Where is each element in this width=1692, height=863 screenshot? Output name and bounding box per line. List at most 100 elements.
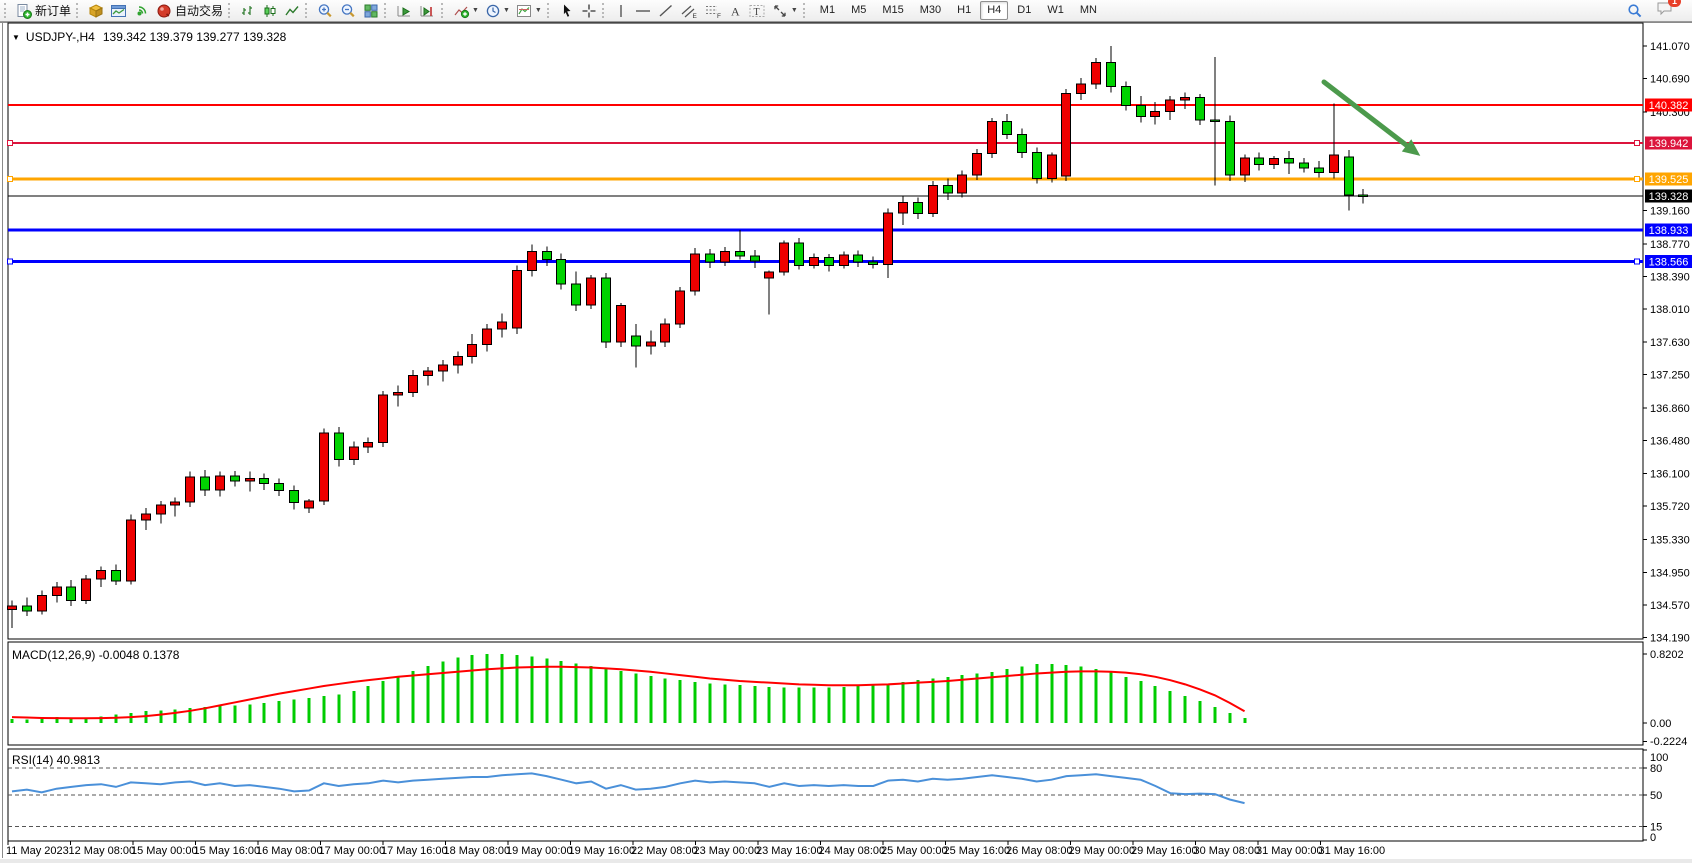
- gold-cube-button[interactable]: [85, 1, 107, 20]
- macd-hist-bar: [1080, 667, 1083, 723]
- candle-body: [246, 479, 255, 482]
- chart-window[interactable]: 141.070140.690140.300139.160138.770138.3…: [0, 22, 1692, 863]
- tile-windows-button[interactable]: [360, 1, 382, 20]
- gold-cube-icon: [88, 3, 104, 19]
- price-axis-label: 137.250: [1650, 370, 1690, 382]
- hline-anchor[interactable]: [1635, 141, 1640, 146]
- candle-body: [171, 502, 180, 505]
- equidistant-channel-button[interactable]: E: [677, 1, 701, 20]
- crosshair-button[interactable]: [578, 1, 600, 20]
- timeframe-button-w1[interactable]: W1: [1040, 1, 1071, 20]
- new-order-button[interactable]: 新订单: [13, 1, 74, 20]
- candle-body: [661, 324, 670, 342]
- main-panel[interactable]: [8, 23, 1643, 639]
- signals-button[interactable]: [131, 1, 153, 20]
- candle-body: [1033, 153, 1042, 179]
- hline-anchor[interactable]: [1635, 259, 1640, 264]
- text-label-button[interactable]: T: [745, 1, 769, 20]
- toolbar-right-icons: 1: [1624, 0, 1688, 21]
- macd-hist-bar: [1199, 701, 1202, 723]
- candle-body: [1330, 155, 1339, 172]
- search-icon: [1627, 3, 1643, 19]
- price-badge-label: 139.942: [1649, 138, 1689, 150]
- time-axis-label: 11 May 2023: [6, 845, 69, 857]
- dropdown-caret-icon[interactable]: ▼: [503, 7, 510, 14]
- indicators-button[interactable]: ▼: [450, 1, 482, 20]
- chat-button[interactable]: 1: [1656, 0, 1674, 21]
- timeframe-button-h4[interactable]: H4: [980, 1, 1008, 20]
- horizontal-line-button[interactable]: [631, 1, 655, 20]
- new-chart-button[interactable]: [107, 1, 131, 20]
- trendline-button[interactable]: [655, 1, 677, 20]
- macd-hist-bar: [1110, 673, 1113, 723]
- timeframe-button-m1[interactable]: M1: [813, 1, 842, 20]
- chart-shift-icon: [419, 3, 436, 19]
- candle-body: [468, 344, 477, 356]
- vertical-line-button[interactable]: [611, 1, 631, 20]
- timeframe-button-m15[interactable]: M15: [875, 1, 910, 20]
- autotrading-icon: [156, 3, 172, 19]
- macd-hist-bar: [694, 682, 697, 723]
- hline-anchor[interactable]: [8, 259, 13, 264]
- templates-icon: [516, 3, 533, 19]
- candle-body: [1166, 100, 1175, 111]
- macd-hist-bar: [1006, 669, 1009, 723]
- macd-hist-bar: [828, 688, 831, 723]
- autotrading-button[interactable]: 自动交易: [153, 1, 226, 20]
- macd-hist-bar: [457, 657, 460, 723]
- candle-body: [1092, 62, 1101, 83]
- timeframe-button-m30[interactable]: M30: [913, 1, 948, 20]
- macd-hist-bar: [813, 688, 816, 723]
- fibonacci-button[interactable]: F: [701, 1, 725, 20]
- macd-hist-bar: [635, 673, 638, 723]
- time-axis-label: 19 May 16:00: [569, 845, 636, 857]
- zoom-out-button[interactable]: [337, 1, 360, 20]
- candle-body: [53, 587, 62, 596]
- candle-body: [513, 270, 522, 328]
- arrows-button[interactable]: ▼: [769, 1, 801, 20]
- candle-body: [379, 395, 388, 442]
- rsi-axis-label: 80: [1650, 763, 1662, 775]
- auto-scroll-button[interactable]: [393, 1, 416, 20]
- text-button[interactable]: A: [725, 1, 745, 20]
- dropdown-caret-icon[interactable]: ▼: [791, 7, 798, 14]
- timeframe-button-mn[interactable]: MN: [1073, 1, 1104, 20]
- macd-hist-bar: [353, 691, 356, 723]
- macd-hist-bar: [442, 662, 445, 723]
- search-button[interactable]: [1624, 1, 1646, 20]
- notification-badge[interactable]: 1: [1668, 0, 1681, 7]
- zoom-in-button[interactable]: [314, 1, 337, 20]
- toolbar-grip: [76, 3, 81, 18]
- macd-hist-bar: [278, 701, 281, 723]
- periods-button[interactable]: ▼: [482, 1, 513, 20]
- timeframe-button-d1[interactable]: D1: [1010, 1, 1038, 20]
- dropdown-caret-icon[interactable]: ▼: [535, 7, 542, 14]
- cursor-button[interactable]: [556, 1, 578, 20]
- timeframe-button-h1[interactable]: H1: [950, 1, 978, 20]
- timeframe-button-m5[interactable]: M5: [844, 1, 873, 20]
- hline-anchor[interactable]: [1635, 176, 1640, 181]
- line-chart-button[interactable]: [281, 1, 303, 20]
- macd-hist-bar: [961, 675, 964, 723]
- chart-shift-button[interactable]: [416, 1, 439, 20]
- macd-hist-bar: [471, 655, 474, 723]
- templates-button[interactable]: ▼: [513, 1, 545, 20]
- candle-body: [186, 477, 195, 502]
- candle-body: [854, 255, 863, 262]
- price-axis-label: 134.570: [1650, 600, 1690, 612]
- dropdown-caret-icon[interactable]: ▼: [472, 7, 479, 14]
- bar-chart-button[interactable]: [237, 1, 259, 20]
- candle-body: [1137, 105, 1146, 116]
- chart-canvas[interactable]: 141.070140.690140.300139.160138.770138.3…: [0, 22, 1692, 863]
- candle-body: [1181, 98, 1190, 101]
- hline-anchor[interactable]: [8, 176, 13, 181]
- price-axis-label: 138.010: [1650, 304, 1690, 316]
- candlestick-chart-button[interactable]: [259, 1, 281, 20]
- macd-panel[interactable]: [8, 642, 1643, 745]
- main-toolbar: 新订单 自动交易: [0, 0, 1692, 22]
- hline-anchor[interactable]: [8, 141, 13, 146]
- candle-body: [8, 606, 17, 609]
- candle-body: [320, 433, 329, 501]
- macd-hist-bar: [754, 686, 757, 723]
- time-axis-label: 31 May 16:00: [1319, 845, 1386, 857]
